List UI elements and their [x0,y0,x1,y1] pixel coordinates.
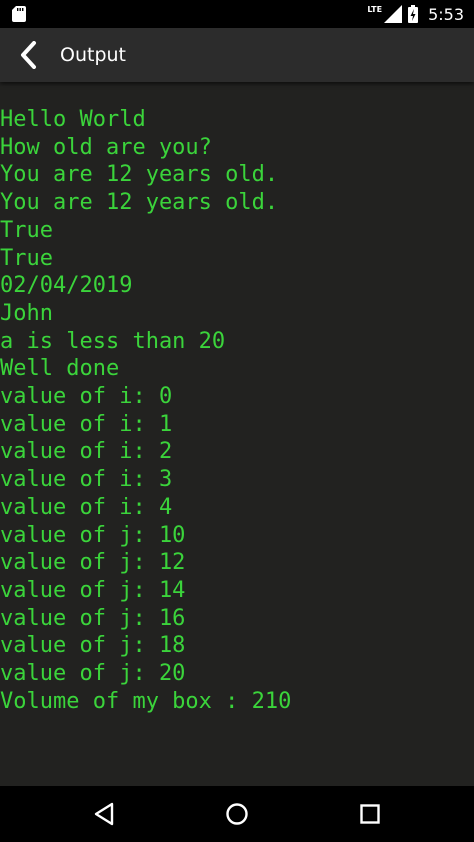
signal-icon [384,5,403,23]
back-triangle-icon [94,802,114,826]
back-arrow-icon [21,41,36,69]
navigation-bar [0,786,474,842]
output-line: a is less than 20 [0,328,226,354]
output-line: value of j: 18 [0,633,186,659]
output-line: value of i: 2 [0,439,173,465]
sd-card-icon [12,6,26,22]
nav-home-button[interactable] [223,800,251,828]
output-line: value of i: 3 [0,467,173,493]
output-line: value of j: 12 [0,550,186,576]
output-line: True [0,245,53,271]
app-bar: Output [0,28,474,82]
output-line: Well done [0,356,120,382]
output-line: True [0,217,53,243]
back-button[interactable] [14,41,42,69]
console-output[interactable]: Hello World How old are you? You are 12 ye… [0,82,474,786]
page-title: Output [60,44,126,66]
status-bar: LTE 5:53 [0,0,474,28]
recents-square-icon [360,804,380,824]
home-circle-icon [226,803,248,825]
output-line: Hello World [0,107,146,132]
output-line: John [0,300,53,326]
clock: 5:53 [428,4,464,24]
nav-recents-button[interactable] [356,800,384,828]
output-line: 02/04/2019 [0,273,133,299]
output-line: You are 12 years old. [0,162,279,188]
output-line: value of j: 20 [0,661,186,687]
output-line: Volume of my box : 210 [0,688,292,714]
output-line: value of j: 14 [0,577,186,603]
output-line: You are 12 years old. [0,190,279,216]
console-text: Hello World How old are you? You are 12 ye… [0,82,474,715]
output-line: value of i: 4 [0,494,173,520]
output-line: value of j: 16 [0,605,186,631]
battery-icon [408,5,419,23]
output-line: How old are you? [0,134,212,160]
nav-back-button[interactable] [90,800,118,828]
status-icons: LTE 5:53 [367,0,464,28]
output-line: value of i: 1 [0,411,173,437]
output-line: value of i: 0 [0,384,173,410]
output-line: value of j: 10 [0,522,186,548]
network-type: LTE [367,5,383,14]
